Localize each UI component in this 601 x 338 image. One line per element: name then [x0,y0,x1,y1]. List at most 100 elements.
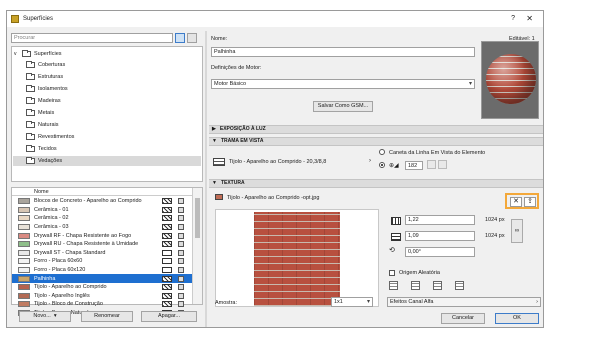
section-texture[interactable]: ▼ TEXTURA [209,179,543,188]
hatch-icon [162,249,172,256]
remove-texture-button[interactable]: ✕ [510,197,522,207]
folder-icon [26,97,35,104]
list-item[interactable]: Blocos de Concreto - Aparelho ao Comprid… [12,197,192,206]
angle-field[interactable]: 0,00° [405,247,475,257]
tree-item[interactable]: Coberturas [26,60,65,70]
texture-icon [178,215,184,222]
width-px: 1024 px [485,217,505,223]
search-input[interactable]: Procurar [11,33,173,43]
browse-texture-button[interactable]: ⇪ [524,197,536,207]
custom-pen-radio[interactable] [379,162,385,168]
angle-icon: ⟲ [389,247,395,254]
texture-actions-highlight: ✕ ⇪ [505,193,539,209]
tree-item-selected[interactable]: Vedações [13,156,201,166]
tree-item[interactable]: Estruturas [26,72,63,82]
name-field[interactable]: Palhinha [211,47,475,57]
pen-label: Caneta da Linha Em Vista do Elemento [389,150,486,156]
section-light[interactable]: ▶ EXPOSIÇÃO À LUZ [209,125,543,134]
material-swatch [18,232,30,239]
section-hatch[interactable]: ▼ TRAMA EM VISTA [209,137,543,146]
align-button-2[interactable] [411,281,420,290]
link-proportions-icon[interactable]: ∞ [511,219,523,243]
list-scrollbar[interactable] [192,188,202,304]
list-item[interactable]: Tijolo - Bloco de Construção [12,300,192,309]
column-name[interactable]: Nome [34,189,49,195]
chevron-down-icon[interactable]: v [14,51,20,57]
texture-name: Tijolo - Aparelho ao Comprido -opt.jpg [227,195,320,201]
height-field[interactable]: 1,09 [405,231,475,241]
texture-icon [178,224,184,231]
folder-icon [26,73,35,80]
material-swatch [18,284,30,291]
align-button-1[interactable] [389,281,398,290]
list-item-label: Drywall RU - Chapa Resistente à Umidade [34,241,139,248]
list-item[interactable]: Cerâmica - 02 [12,214,192,223]
pane-splitter[interactable] [205,31,207,327]
texture-icon [178,232,184,239]
close-button[interactable]: ✕ [526,14,533,23]
hatch-icon [162,292,172,299]
chevron-right-icon: ▶ [212,126,216,132]
tree-item[interactable]: Tecidos [26,144,57,154]
ok-button[interactable]: OK [495,313,539,324]
brick-texture-image [254,212,340,306]
alpha-effects-selector[interactable]: Efeitos Canal Alfa › [387,297,541,307]
tree-item[interactable]: Metais [26,108,54,118]
list-view-icon[interactable] [187,33,197,43]
tree-item[interactable]: Madeiras [26,96,61,106]
list-item[interactable]: Forro - Placa 60x60 [12,257,192,266]
list-item[interactable]: Drywall RF - Chapa Resistente ao Fogo [12,231,192,240]
app-icon [11,15,19,23]
tree-item[interactable]: Revestimentos [26,132,74,142]
width-field[interactable]: 1,22 [405,215,475,225]
pen-radio[interactable] [379,149,385,155]
left-pane: Procurar v Superfícies Coberturas Estrut… [11,31,203,325]
pen-icon: ⊕◢ [389,163,399,169]
scroll-thumb[interactable] [195,198,200,238]
hatch-icon [162,284,172,291]
engine-label: Definições de Motor: [211,65,262,71]
chevron-right-icon: › [536,299,538,305]
align-button-4[interactable] [455,281,464,290]
hatch-pattern-icon [213,158,225,166]
tree-item[interactable]: Naturais [26,120,58,130]
surface-list: Nome Blocos de Concreto - Aparelho ao Co… [11,187,203,317]
material-swatch [18,224,30,231]
texture-file-icon [215,194,223,200]
list-item[interactable]: Drywall ST - Chapa Standard [12,249,192,258]
list-item[interactable]: Cerâmica - 03 [12,223,192,232]
chevron-down-icon: ▼ [212,180,217,186]
folder-view-icon[interactable] [175,33,185,43]
list-item[interactable]: Tijolo - Aparelho Inglês [12,292,192,301]
list-item-label: Forro - Placa 60x120 [34,267,86,274]
tree-item-root[interactable]: v Superfícies [14,49,62,59]
folder-icon [26,133,35,140]
pen-number-field[interactable]: 182 [405,161,423,170]
pen-color-swatch[interactable] [427,160,436,169]
material-swatch [18,267,30,274]
engine-select[interactable]: Motor Básico [211,79,475,89]
random-origin-checkbox[interactable] [389,270,395,276]
cancel-button[interactable]: Cancelar [441,313,485,324]
tree-item[interactable]: Isolamentos [26,84,68,94]
list-item-label: Drywall ST - Chapa Standard [34,249,106,256]
rename-button[interactable]: Renomear [81,311,133,322]
save-gsm-button[interactable]: Salvar Como GSM... [313,101,373,112]
list-item[interactable]: Palhinha [12,274,192,283]
delete-button[interactable]: Apagar... [141,311,197,322]
list-item[interactable]: Drywall RU - Chapa Resistente à Umidade [12,240,192,249]
hatch-selector[interactable]: Tijolo - Aparelho ao Comprido - 20,3/8,8… [213,155,373,169]
folder-icon [26,157,35,164]
material-preview [481,41,539,119]
pen-color-swatch-2[interactable] [438,160,447,169]
align-button-3[interactable] [433,281,442,290]
list-item[interactable]: Forro - Placa 60x120 [12,266,192,275]
hatch-icon [162,267,172,274]
list-item[interactable]: Tijolo - Aparelho ao Comprido [12,283,192,292]
new-button[interactable]: Novo... ▾ [19,311,71,322]
surfaces-dialog: Superfícies ? ✕ Procurar v Superfícies C… [6,10,544,328]
hatch-icon [162,215,172,222]
help-button[interactable]: ? [511,15,515,22]
sample-select[interactable]: 1x1 [331,297,373,307]
list-item[interactable]: Cerâmica - 01 [12,206,192,215]
